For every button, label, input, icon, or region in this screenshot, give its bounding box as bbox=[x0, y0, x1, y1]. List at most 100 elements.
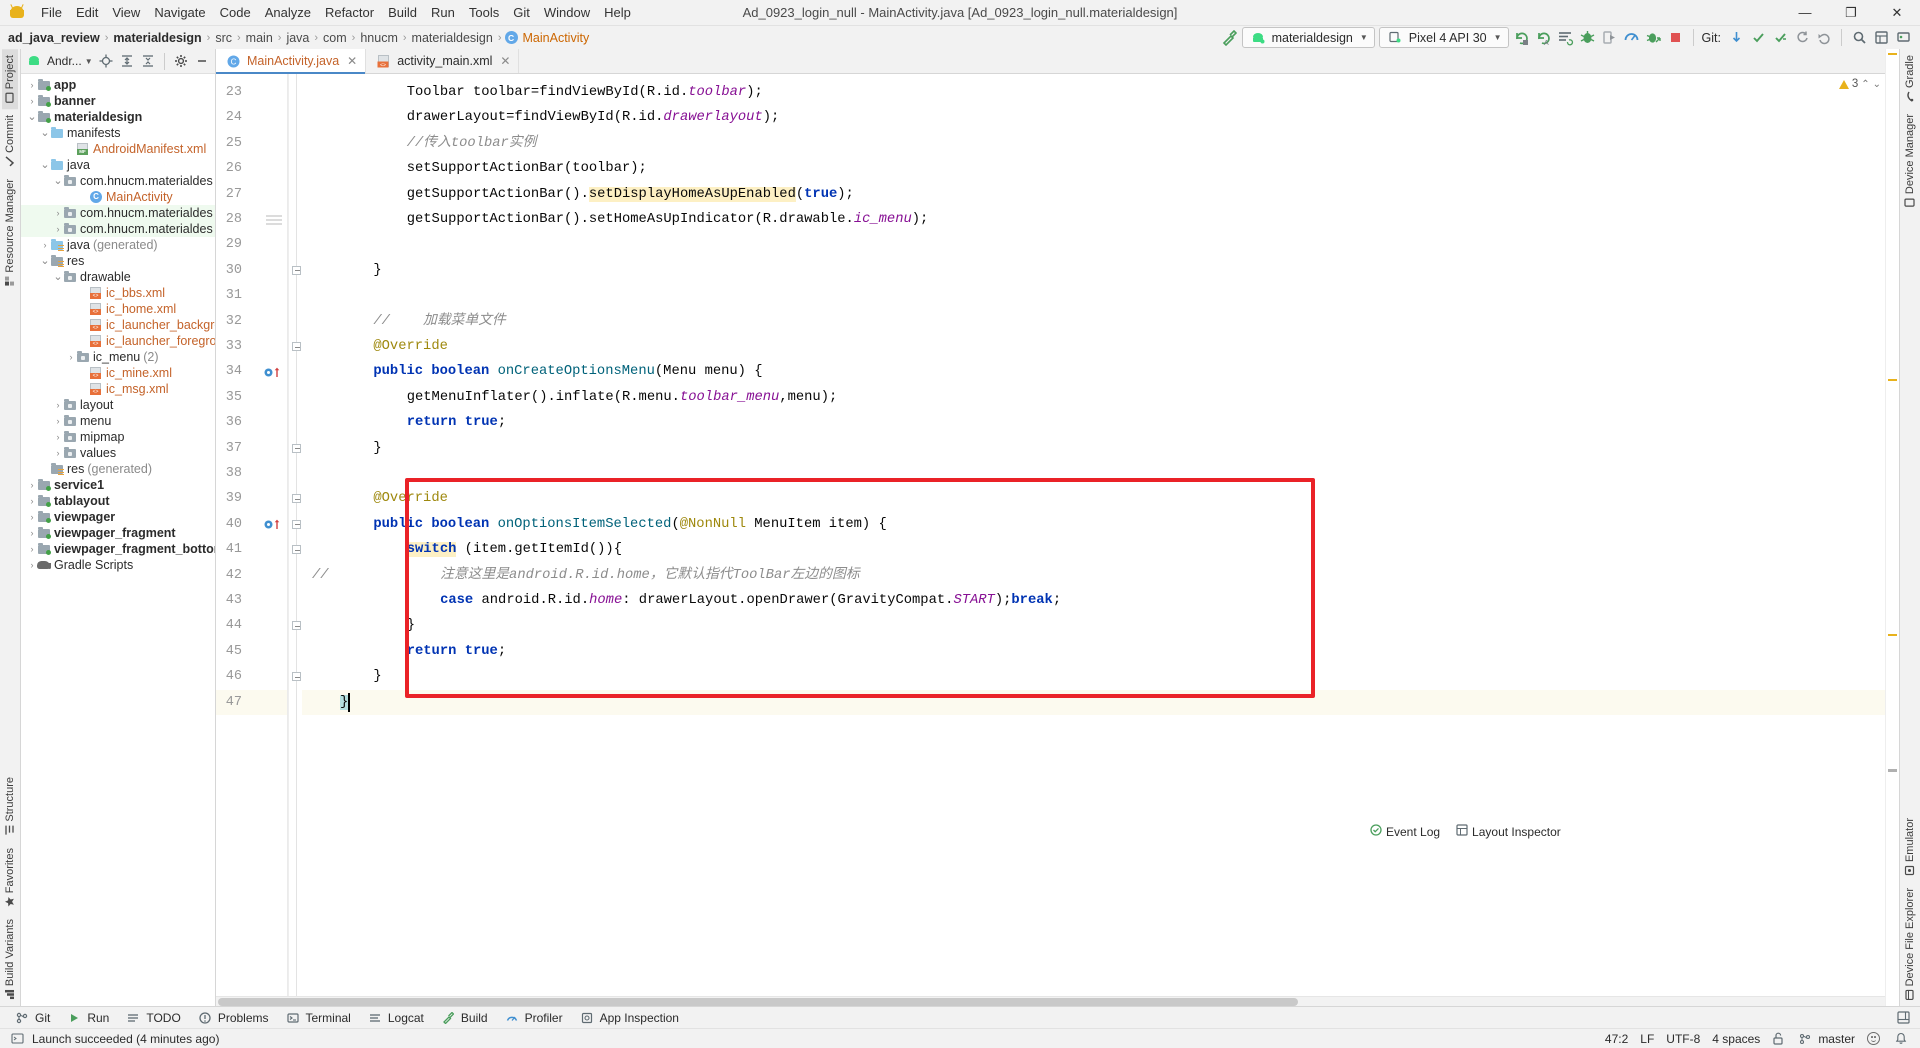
run-icon[interactable] bbox=[1513, 29, 1531, 47]
chevron-down-icon[interactable]: ⌄ bbox=[27, 111, 37, 124]
chevron-down-icon[interactable]: ⌄ bbox=[40, 255, 50, 268]
stripe-warning-mark[interactable] bbox=[1888, 379, 1897, 381]
code-line[interactable]: getMenuInflater().inflate(R.menu.toolbar… bbox=[407, 385, 838, 410]
device-selector[interactable]: Pixel 4 API 30 ▼ bbox=[1378, 27, 1509, 48]
gutter-drag-handle[interactable] bbox=[266, 215, 282, 225]
chevron-down-icon[interactable]: ⌄ bbox=[40, 159, 50, 172]
menu-tools[interactable]: Tools bbox=[462, 2, 506, 24]
chevron-right-icon[interactable]: › bbox=[53, 413, 63, 429]
tree-node[interactable]: AndroidManifest.xml bbox=[21, 141, 215, 157]
chevron-right-icon[interactable]: › bbox=[27, 509, 37, 525]
git-branch-status[interactable]: master bbox=[1796, 1030, 1855, 1048]
chevron-right-icon[interactable]: › bbox=[53, 205, 63, 221]
breadcrumb-hnucm[interactable]: hnucm bbox=[358, 31, 400, 45]
tree-node[interactable]: › viewpager_fragment_bottom bbox=[21, 541, 216, 557]
chevron-down-icon[interactable]: ⌄ bbox=[53, 175, 63, 188]
bell-icon[interactable] bbox=[1892, 1030, 1910, 1048]
lock-open-icon[interactable] bbox=[1772, 1032, 1784, 1045]
git-commit-icon[interactable] bbox=[1749, 29, 1767, 47]
git-push-icon[interactable] bbox=[1771, 29, 1789, 47]
tree-node[interactable]: › values bbox=[21, 445, 215, 461]
chevron-right-icon[interactable]: › bbox=[40, 237, 50, 253]
gear-icon[interactable] bbox=[172, 52, 190, 70]
code-fold-marker[interactable] bbox=[292, 494, 301, 504]
chevron-right-icon[interactable]: › bbox=[27, 541, 37, 557]
code-line[interactable]: 注意这里是android.R.id.home，它默认指代ToolBar左边的图标 bbox=[440, 563, 859, 588]
code-line[interactable]: drawerLayout=findViewById(R.id.drawerlay… bbox=[407, 105, 780, 130]
tree-node[interactable]: › service1 bbox=[21, 477, 215, 493]
tree-node[interactable]: ⌄ java bbox=[21, 157, 215, 173]
code-line[interactable]: getSupportActionBar().setDisplayHomeAsUp… bbox=[407, 182, 854, 207]
git-history-icon[interactable] bbox=[1793, 29, 1811, 47]
code-fold-marker[interactable] bbox=[292, 265, 301, 275]
profiler-icon[interactable] bbox=[1623, 29, 1641, 47]
close-button[interactable]: ✕ bbox=[1874, 0, 1920, 26]
tree-node[interactable]: ic_msg.xml bbox=[21, 381, 215, 397]
breadcrumb-project[interactable]: ad_java_review bbox=[6, 31, 102, 45]
tree-node[interactable]: › app bbox=[21, 77, 215, 93]
bottom-button-git[interactable]: Git bbox=[6, 1007, 57, 1029]
menu-code[interactable]: Code bbox=[213, 2, 258, 24]
editor-gutter[interactable]: 23 24 25 26 27 28 29 30 31 32 33 34 35 36 37 38 39 40 41 42… bbox=[216, 74, 288, 1006]
menu-window[interactable]: Window bbox=[537, 2, 597, 24]
code-line[interactable]: @Override bbox=[373, 486, 448, 511]
stripe-warning-mark[interactable] bbox=[1888, 634, 1897, 636]
locate-icon[interactable] bbox=[97, 52, 115, 70]
git-update-icon[interactable] bbox=[1727, 29, 1745, 47]
menu-navigate[interactable]: Navigate bbox=[147, 2, 212, 24]
undo-icon[interactable] bbox=[1815, 29, 1833, 47]
code-line[interactable]: public boolean onCreateOptionsMenu(Menu … bbox=[373, 359, 762, 384]
tree-node[interactable]: › com.hnucm.materialdes bbox=[21, 205, 215, 221]
scrollbar-thumb[interactable] bbox=[218, 998, 1298, 1006]
collapse-all-icon[interactable] bbox=[139, 52, 157, 70]
event-log-button[interactable]: Event Log bbox=[1370, 824, 1440, 839]
sdk-manager-icon[interactable] bbox=[1894, 29, 1912, 47]
breadcrumb-java[interactable]: java bbox=[284, 31, 311, 45]
chevron-right-icon[interactable]: › bbox=[53, 429, 63, 445]
line-separator[interactable]: LF bbox=[1640, 1032, 1654, 1046]
code-line[interactable]: } bbox=[407, 613, 415, 638]
chevron-right-icon[interactable]: › bbox=[27, 525, 37, 541]
caret-position[interactable]: 47:2 bbox=[1605, 1032, 1628, 1046]
project-view-selector[interactable]: Andr... ▼ bbox=[47, 54, 93, 68]
search-everywhere-icon[interactable] bbox=[1850, 29, 1868, 47]
code-fold-marker[interactable] bbox=[292, 443, 301, 453]
menu-build[interactable]: Build bbox=[381, 2, 424, 24]
bottom-button-build[interactable]: Build bbox=[432, 1007, 495, 1029]
chevron-right-icon[interactable]: › bbox=[27, 493, 37, 509]
code-line[interactable]: return true; bbox=[407, 410, 506, 435]
maximize-button[interactable]: ❐ bbox=[1828, 0, 1874, 26]
tree-node[interactable]: › menu bbox=[21, 413, 215, 429]
tree-node[interactable]: › Gradle Scripts bbox=[21, 557, 215, 573]
chevron-right-icon[interactable]: › bbox=[53, 445, 63, 461]
menu-file[interactable]: File bbox=[34, 2, 69, 24]
tree-node[interactable]: ⌄ drawable bbox=[21, 269, 215, 285]
tool-button-commit[interactable]: Commit bbox=[2, 109, 18, 173]
code-fold-marker[interactable] bbox=[292, 519, 301, 529]
chevron-right-icon[interactable]: › bbox=[27, 77, 37, 93]
bottom-button-logcat[interactable]: Logcat bbox=[359, 1007, 431, 1029]
chevron-right-icon[interactable]: › bbox=[53, 397, 63, 413]
close-tab-icon[interactable]: ✕ bbox=[347, 54, 357, 68]
debug-icon[interactable] bbox=[1579, 29, 1597, 47]
bottom-button-problems[interactable]: Problems bbox=[189, 1007, 276, 1029]
tool-button-emulator[interactable]: Emulator bbox=[1902, 812, 1918, 882]
chevron-right-icon[interactable]: › bbox=[66, 349, 76, 365]
code-line[interactable]: public boolean onOptionsItemSelected(@No… bbox=[373, 512, 886, 537]
smiley-icon[interactable] bbox=[1867, 1032, 1880, 1045]
tree-node[interactable]: res (generated) bbox=[21, 461, 215, 477]
bottom-button-todo[interactable]: TODO bbox=[117, 1007, 187, 1029]
tree-node[interactable]: › tablayout bbox=[21, 493, 215, 509]
run-configuration-selector[interactable]: materialdesign ▼ bbox=[1241, 27, 1375, 48]
chevron-right-icon[interactable]: › bbox=[53, 221, 63, 237]
chevron-right-icon[interactable]: › bbox=[27, 477, 37, 493]
stop-icon[interactable] bbox=[1667, 29, 1685, 47]
menu-edit[interactable]: Edit bbox=[69, 2, 105, 24]
breadcrumb-com[interactable]: com bbox=[321, 31, 349, 45]
editor-horizontal-scrollbar[interactable] bbox=[216, 996, 1885, 1006]
expand-all-icon[interactable] bbox=[118, 52, 136, 70]
breadcrumb-main[interactable]: main bbox=[244, 31, 275, 45]
code-line[interactable]: } bbox=[373, 436, 381, 461]
tree-node[interactable]: C MainActivity bbox=[21, 189, 215, 205]
chevron-down-icon[interactable]: ⌄ bbox=[1873, 79, 1881, 90]
